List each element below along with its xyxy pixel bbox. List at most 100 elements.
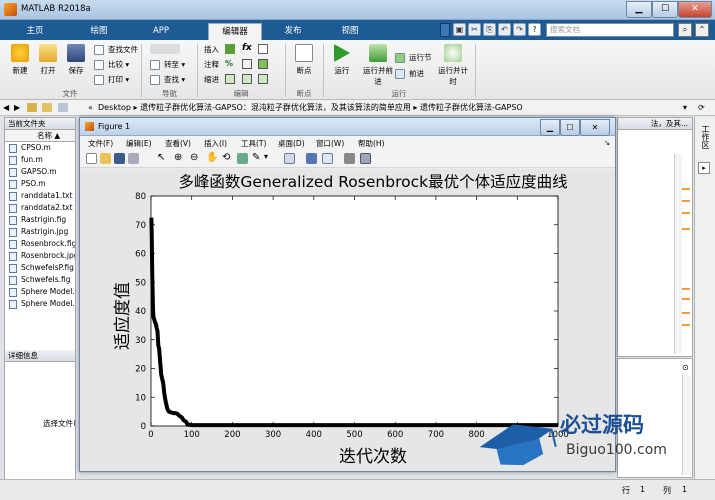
search-docs-input[interactable]: 搜索文档	[546, 23, 674, 37]
cut-icon[interactable]: ✂	[468, 23, 481, 36]
tab-home[interactable]: 主页	[10, 23, 60, 40]
menu-dock-icon[interactable]: ↘	[604, 138, 610, 150]
menu-file[interactable]: 文件(F)	[88, 138, 113, 150]
show-plot-tools-icon[interactable]	[360, 153, 371, 164]
insert-button[interactable]: 插入	[204, 44, 219, 56]
data-cursor-icon[interactable]	[237, 153, 248, 164]
close-button[interactable]: ✕	[678, 1, 712, 18]
colorbar-icon[interactable]	[306, 153, 317, 164]
brush-dropdown-icon[interactable]: ▾	[264, 152, 268, 161]
browse-folder-icon[interactable]	[42, 103, 52, 112]
menu-view[interactable]: 查看(V)	[165, 138, 191, 150]
refresh-icon[interactable]: ⟳	[698, 100, 705, 115]
warning-marker[interactable]	[682, 288, 690, 290]
menu-window[interactable]: 窗口(W)	[316, 138, 344, 150]
file-item[interactable]: Rastrigin.jpg	[5, 226, 75, 238]
print-button[interactable]: 打印 ▾	[94, 74, 129, 86]
breakpoint-button[interactable]: 断点	[289, 44, 319, 76]
warning-marker[interactable]	[682, 200, 690, 202]
fx-button[interactable]: fx	[242, 43, 252, 53]
goto-button[interactable]: 转至 ▾	[150, 59, 185, 71]
collapse-icon[interactable]: ▸	[698, 162, 710, 174]
brush-icon[interactable]: ✎	[252, 152, 260, 163]
new-figure-icon[interactable]	[86, 153, 97, 164]
menu-desktop[interactable]: 桌面(D)	[278, 138, 305, 150]
tab-publish[interactable]: 发布	[268, 23, 318, 40]
legend-icon[interactable]	[322, 153, 333, 164]
folder-icon[interactable]	[58, 103, 68, 112]
scrollbar[interactable]	[674, 154, 682, 354]
copy-icon[interactable]: ⎘	[483, 23, 496, 36]
up-folder-icon[interactable]	[27, 103, 37, 112]
tab-apps[interactable]: APP	[138, 23, 184, 40]
rotate-icon[interactable]: ⟲	[222, 152, 230, 163]
file-item[interactable]: Sphere Model.jpg	[5, 298, 75, 310]
run-advance-button[interactable]: 运行并前进	[361, 44, 395, 87]
undo-icon[interactable]: ↶	[498, 23, 511, 36]
workspace-label[interactable]: 工作区	[700, 125, 710, 149]
redo-icon[interactable]: ↷	[513, 23, 526, 36]
back-icon[interactable]: ◀	[3, 100, 9, 115]
uncomment-icon[interactable]	[258, 59, 268, 69]
file-item[interactable]: PSO.m	[5, 178, 75, 190]
open-file-icon[interactable]	[100, 153, 111, 164]
decrease-indent-icon[interactable]	[258, 74, 268, 84]
save-button[interactable]: 保存	[63, 44, 89, 76]
find-button[interactable]: 查找 ▾	[150, 74, 185, 86]
warning-marker[interactable]	[682, 298, 690, 300]
tab-view[interactable]: 视图	[325, 23, 375, 40]
tab-plots[interactable]: 绘图	[74, 23, 124, 40]
link-plot-icon[interactable]	[284, 153, 295, 164]
run-section-button[interactable]: 运行节	[395, 52, 432, 64]
file-item[interactable]: CPSO.m	[5, 142, 75, 154]
increase-indent-icon[interactable]	[242, 74, 252, 84]
file-item[interactable]: Rastrigin.fig	[5, 214, 75, 226]
warning-marker[interactable]	[682, 324, 690, 326]
file-item[interactable]: Sphere Model.fig	[5, 286, 75, 298]
file-item[interactable]: GAPSO.m	[5, 166, 75, 178]
tab-editor[interactable]: 编辑器	[208, 23, 262, 40]
warning-marker[interactable]	[682, 228, 690, 230]
pointer-icon[interactable]: ↖	[157, 152, 165, 163]
wrap-comments-icon[interactable]	[242, 59, 252, 69]
advance-button[interactable]: 前进	[395, 68, 424, 80]
zoom-out-icon[interactable]: ⊖	[190, 152, 198, 163]
save-icon[interactable]: ▣	[453, 23, 466, 36]
run-time-button[interactable]: 运行并计时	[436, 44, 470, 87]
run-button[interactable]: 运行	[327, 44, 357, 76]
insert-function-icon[interactable]	[258, 44, 268, 54]
figure-maximize-button[interactable]: ☐	[560, 119, 580, 136]
breadcrumb-overflow[interactable]: «	[88, 100, 93, 115]
figure-close-button[interactable]: ✕	[580, 119, 610, 136]
warning-marker[interactable]	[682, 312, 690, 314]
back-forward-icon[interactable]	[150, 44, 180, 54]
name-column-header[interactable]: 名称 ▲	[5, 130, 75, 142]
help-icon[interactable]: ?	[528, 23, 541, 36]
menu-tools[interactable]: 工具(T)	[241, 138, 266, 150]
file-item[interactable]: fun.m	[5, 154, 75, 166]
warning-marker[interactable]	[682, 188, 690, 190]
comment-button[interactable]: 注释	[204, 59, 219, 71]
file-item[interactable]: Rosenbrock.fig	[5, 238, 75, 250]
minimize-ribbon-icon[interactable]: ⌃	[695, 23, 709, 37]
find-files-button[interactable]: 查找文件	[94, 44, 138, 56]
insert-section-icon[interactable]	[225, 44, 235, 54]
smart-indent-icon[interactable]	[225, 74, 235, 84]
pan-icon[interactable]: ✋	[206, 152, 218, 163]
indent-button[interactable]: 缩进	[204, 74, 219, 86]
percent-comment-icon[interactable]: %	[225, 59, 233, 68]
file-item[interactable]: Schwefels.fig	[5, 274, 75, 286]
menu-edit[interactable]: 编辑(E)	[126, 138, 152, 150]
save-figure-icon[interactable]	[114, 153, 125, 164]
search-icon[interactable]: ⌕	[678, 23, 692, 37]
warning-marker[interactable]	[682, 212, 690, 214]
menu-help[interactable]: 帮助(H)	[358, 138, 385, 150]
zoom-in-icon[interactable]: ⊕	[174, 152, 182, 163]
file-item[interactable]: Rosenbrock.jpg	[5, 250, 75, 262]
forward-icon[interactable]: ▶	[14, 100, 20, 115]
file-item[interactable]: randdata2.txt	[5, 202, 75, 214]
file-item[interactable]: SchwefelsP.fig	[5, 262, 75, 274]
menu-insert[interactable]: 插入(I)	[204, 138, 227, 150]
print-figure-icon[interactable]	[128, 153, 139, 164]
panel-menu-icon[interactable]: ⊙	[682, 363, 689, 372]
